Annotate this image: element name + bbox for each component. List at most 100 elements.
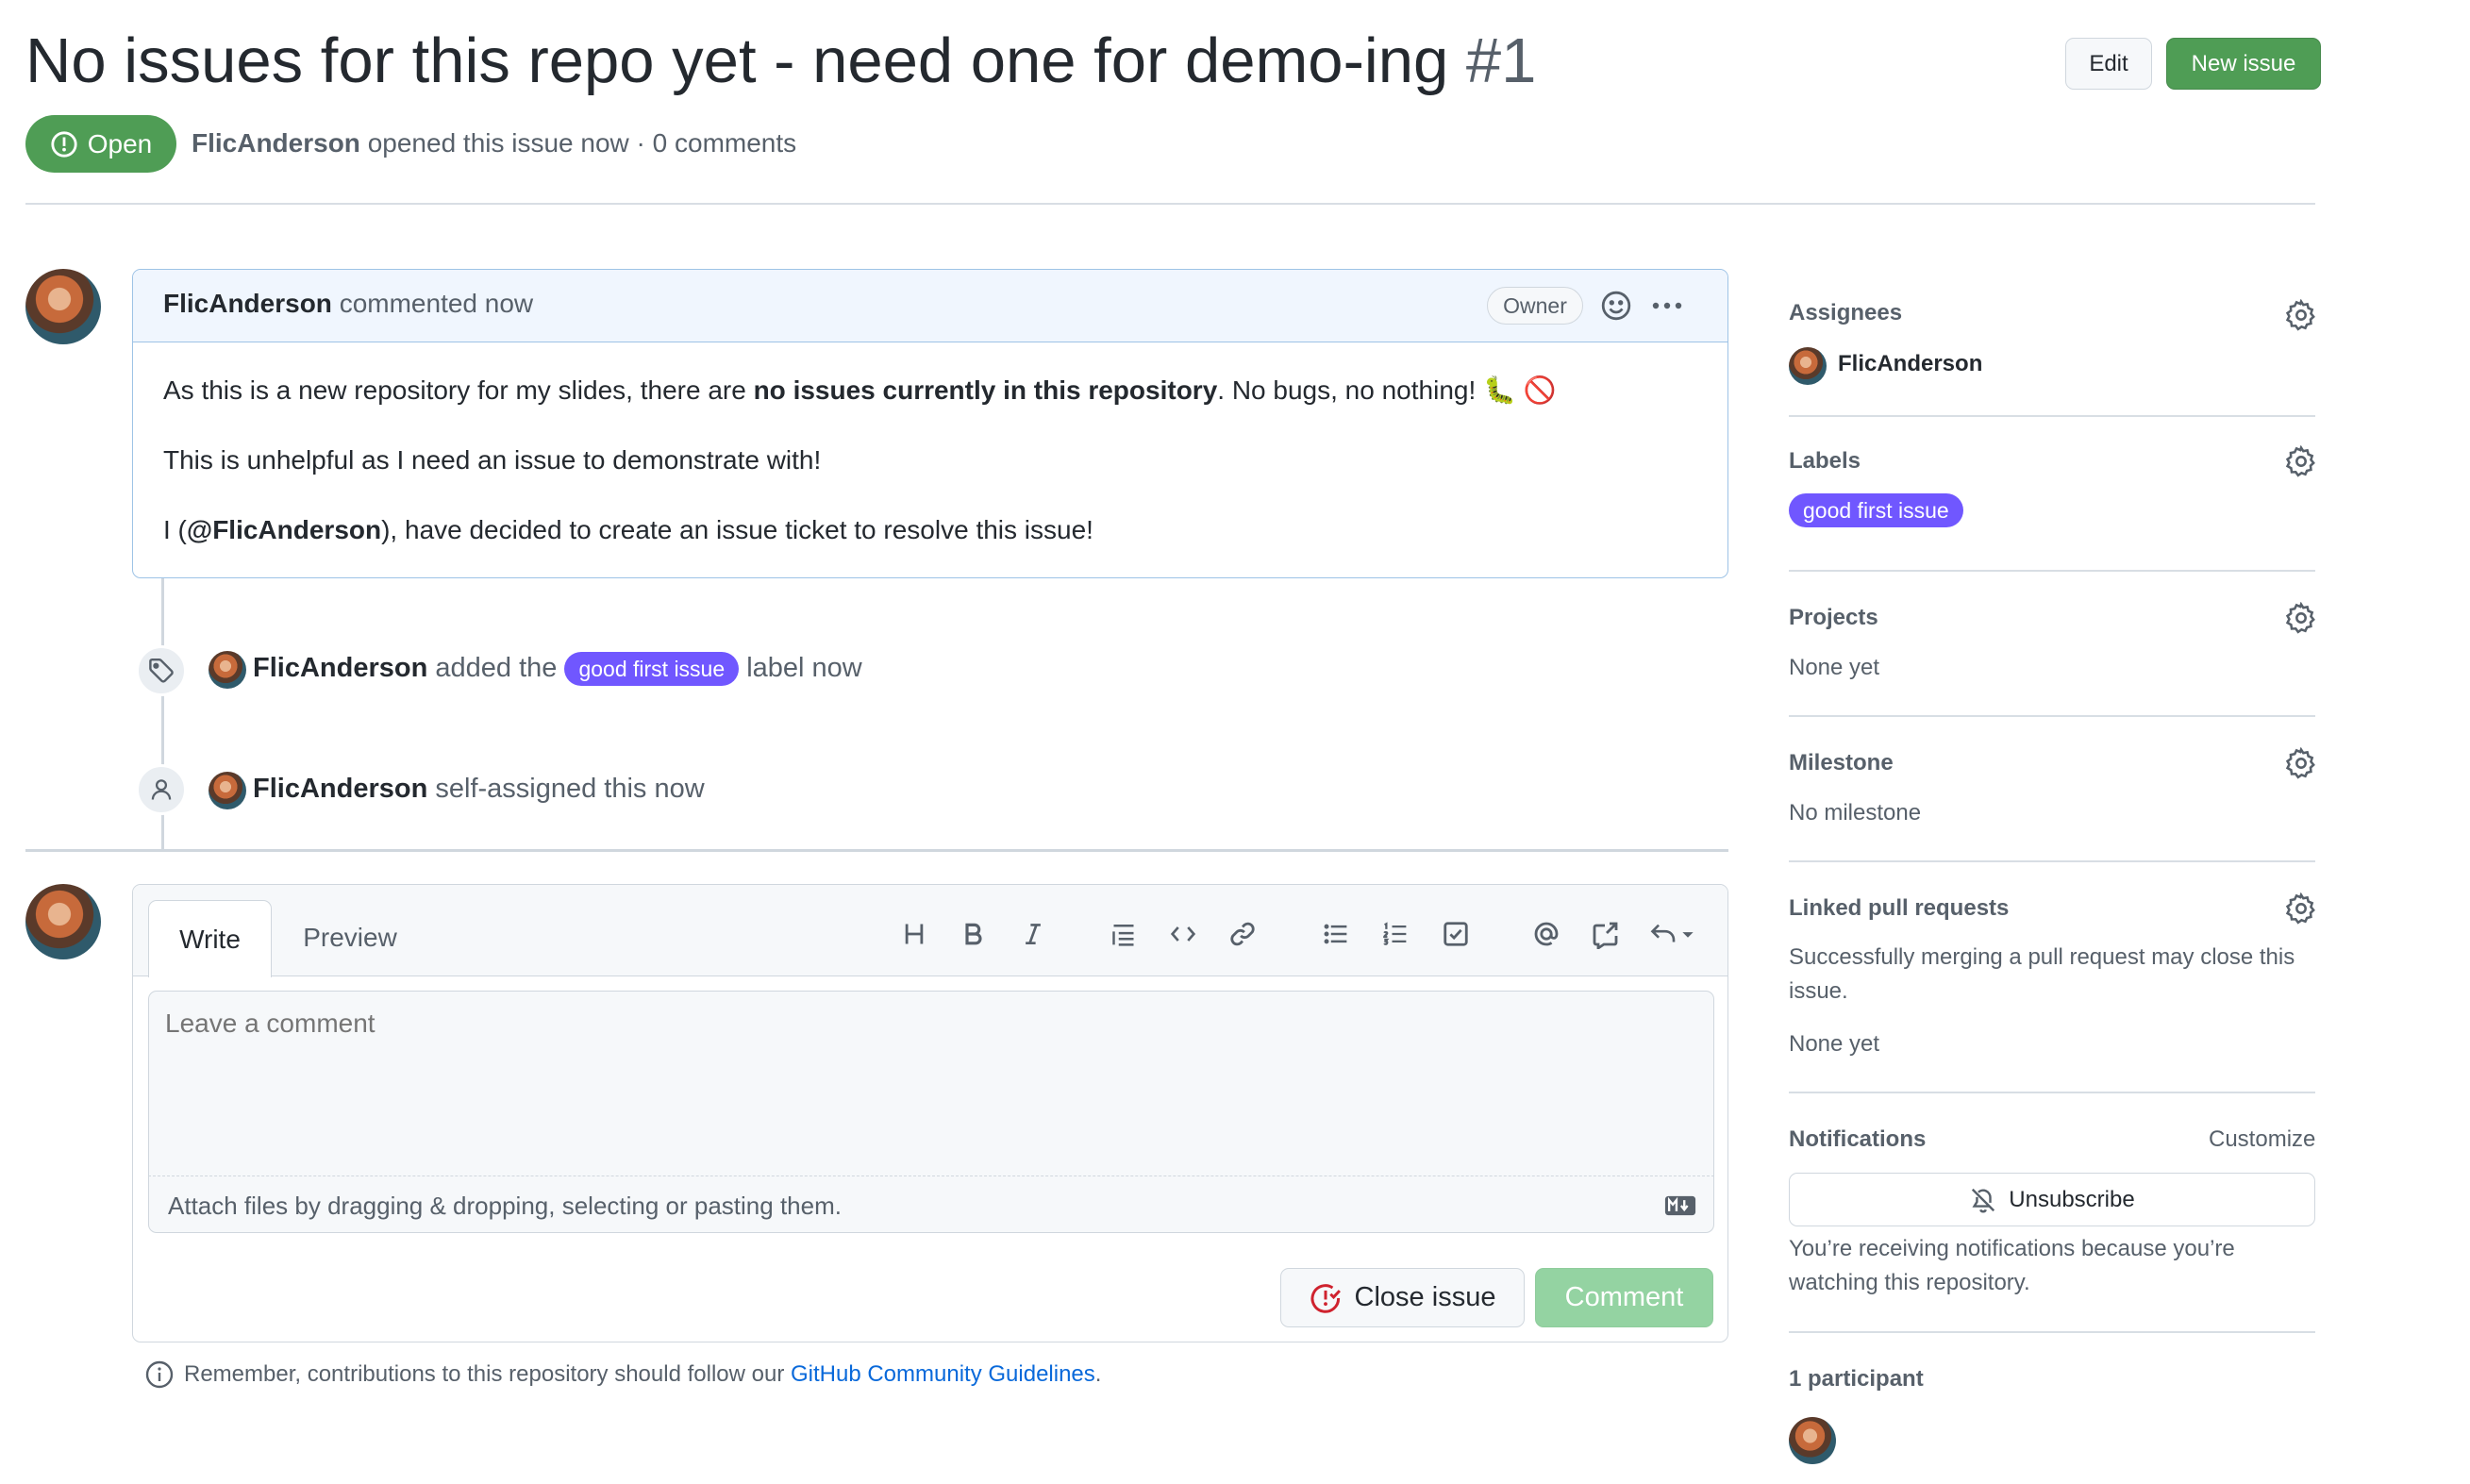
comment-textarea[interactable]	[148, 991, 1714, 1176]
bold-icon[interactable]	[953, 913, 994, 955]
italic-icon[interactable]	[1012, 913, 1054, 955]
avatar[interactable]	[209, 772, 246, 809]
milestone-value: No milestone	[1789, 800, 1922, 825]
sidebar-assignees-heading[interactable]: Assignees	[1789, 300, 1902, 326]
reply-icon[interactable]	[1644, 913, 1703, 955]
event-text: label now	[746, 653, 862, 683]
mention-icon[interactable]	[1526, 913, 1567, 955]
comment-text: As this is a new repository for my slide…	[163, 375, 754, 405]
comment-paragraph-3: I (@FlicAnderson), have decided to creat…	[163, 513, 1093, 547]
community-guidelines-link[interactable]: GitHub Community Guidelines	[791, 1361, 1095, 1387]
numbered-list-icon[interactable]	[1375, 913, 1416, 955]
notifications-description-2: watching this repository.	[1789, 1270, 2030, 1295]
label-badge[interactable]: good first issue	[1789, 493, 1963, 527]
sidebar-labels-heading[interactable]: Labels	[1789, 448, 1861, 475]
comment-bold-text: no issues currently in this repository	[753, 375, 1218, 405]
comment-author-line: FlicAnderson commented now	[163, 289, 533, 319]
owner-badge: Owner	[1487, 287, 1583, 325]
event-text: added the	[435, 653, 558, 683]
comment-text: . No bugs, no nothing! 🐛 🚫	[1217, 375, 1557, 405]
issue-closed-icon	[1310, 1283, 1341, 1313]
issue-opened-text: opened this issue now · 0 comments	[367, 128, 797, 158]
comment-button[interactable]: Comment	[1535, 1268, 1713, 1327]
gear-icon[interactable]	[2284, 298, 2318, 332]
close-issue-label: Close issue	[1354, 1282, 1496, 1312]
editor-header: Write Preview	[133, 885, 1727, 977]
reminder-text: Remember, contributions to this reposito…	[184, 1361, 791, 1387]
bullet-list-icon[interactable]	[1315, 913, 1357, 955]
comment-time[interactable]: commented now	[340, 289, 533, 318]
sidebar-divider	[1789, 1331, 2315, 1333]
bell-slash-icon	[1972, 1188, 1995, 1212]
sidebar-divider	[1789, 715, 2315, 717]
gear-icon[interactable]	[2284, 601, 2318, 635]
gear-icon[interactable]	[2284, 444, 2318, 478]
linked-prs-value: None yet	[1789, 1031, 1880, 1057]
sidebar-divider	[1789, 415, 2315, 417]
avatar[interactable]	[25, 269, 101, 344]
link-icon[interactable]	[1222, 913, 1263, 955]
assignee-link[interactable]: FlicAnderson	[1838, 351, 1982, 377]
avatar[interactable]	[1789, 347, 1827, 385]
avatar[interactable]	[1789, 1417, 1836, 1464]
sidebar-notifications-heading: Notifications	[1789, 1126, 1927, 1152]
sidebar-linked-prs-heading[interactable]: Linked pull requests	[1789, 895, 2009, 922]
attach-files-text: Attach files by dragging & dropping, sel…	[168, 1192, 842, 1220]
comment-paragraph-2: This is unhelpful as I need an issue to …	[163, 445, 822, 475]
label-badge[interactable]: good first issue	[564, 652, 740, 687]
actor-link[interactable]: FlicAnderson	[253, 653, 427, 683]
timeline-event-label: FlicAnderson added the good first issue …	[253, 650, 862, 687]
close-issue-button[interactable]: Close issue	[1280, 1268, 1525, 1327]
timeline-event-assign: FlicAnderson self-assigned this now	[253, 771, 705, 807]
gear-icon[interactable]	[2284, 892, 2318, 925]
projects-value: None yet	[1789, 655, 1880, 680]
issue-comment: FlicAnderson commented now Owner As this…	[132, 269, 1728, 578]
comment-paragraph-1: As this is a new repository for my slide…	[163, 374, 1557, 408]
issue-author-link[interactable]: FlicAnderson	[192, 128, 360, 158]
comment-author-link[interactable]: FlicAnderson	[163, 289, 332, 318]
issue-meta: FlicAnderson opened this issue now · 0 c…	[192, 126, 796, 160]
contribution-reminder: Remember, contributions to this reposito…	[144, 1359, 1101, 1390]
edit-button[interactable]: Edit	[2065, 38, 2152, 90]
quote-icon[interactable]	[1103, 913, 1144, 955]
info-icon	[145, 1360, 174, 1389]
unsubscribe-button[interactable]: Unsubscribe	[1789, 1173, 2315, 1226]
linked-prs-description: Successfully merging a pull request may …	[1789, 944, 2295, 970]
linked-prs-description-2: issue.	[1789, 978, 1848, 1004]
customize-link[interactable]: Customize	[2209, 1126, 2315, 1153]
new-issue-button[interactable]: New issue	[2166, 38, 2321, 90]
cross-reference-icon[interactable]	[1585, 913, 1627, 955]
person-icon	[136, 764, 187, 815]
tab-preview[interactable]: Preview	[293, 900, 407, 975]
timeline-divider	[25, 849, 1728, 852]
sidebar-milestone-heading[interactable]: Milestone	[1789, 750, 1894, 776]
heading-icon[interactable]	[893, 913, 935, 955]
code-icon[interactable]	[1162, 913, 1204, 955]
sidebar-divider	[1789, 860, 2315, 862]
event-text: self-assigned this now	[435, 774, 705, 804]
reminder-end: .	[1094, 1361, 1102, 1387]
tag-icon	[136, 645, 187, 696]
unsubscribe-label: Unsubscribe	[2009, 1186, 2135, 1212]
avatar[interactable]	[209, 651, 246, 689]
participants-heading: 1 participant	[1789, 1366, 1924, 1392]
avatar[interactable]	[25, 884, 101, 959]
comment-editor: Write Preview Attach files by dragging &…	[132, 884, 1728, 1342]
issue-number: #1	[1465, 25, 1537, 96]
issue-title: No issues for this repo yet - need one f…	[25, 21, 1536, 101]
actor-link[interactable]: FlicAnderson	[253, 774, 427, 804]
issue-opened-icon	[51, 130, 77, 158]
smiley-icon[interactable]	[1597, 287, 1635, 325]
markdown-icon[interactable]	[1664, 1193, 1696, 1223]
kebab-menu-icon[interactable]	[1648, 287, 1686, 325]
gear-icon[interactable]	[2284, 746, 2318, 780]
task-list-icon[interactable]	[1435, 913, 1477, 955]
attach-files-area[interactable]: Attach files by dragging & dropping, sel…	[148, 1176, 1714, 1233]
sidebar-projects-heading[interactable]: Projects	[1789, 605, 1878, 631]
comment-text: ), have decided to create an issue ticke…	[381, 515, 1093, 544]
tab-write[interactable]: Write	[148, 900, 272, 977]
notifications-description: You’re receiving notifications because y…	[1789, 1236, 2235, 1261]
sidebar-divider	[1789, 1092, 2315, 1093]
status-badge: Open	[25, 115, 176, 173]
user-mention-link[interactable]: @FlicAnderson	[187, 515, 381, 544]
